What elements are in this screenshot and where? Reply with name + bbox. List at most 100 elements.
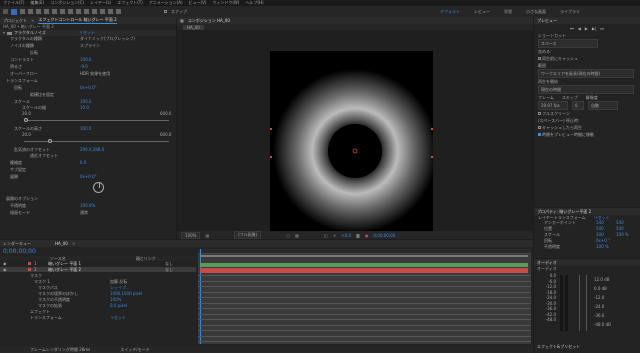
- close-icon[interactable]: ×: [31, 18, 34, 23]
- visibility-icon[interactable]: ◉: [3, 267, 7, 272]
- slider-track[interactable]: [24, 141, 169, 142]
- fx-badge-icon[interactable]: [7, 31, 12, 35]
- parent-dropdown[interactable]: なし: [165, 267, 173, 273]
- layer-bar-1[interactable]: [200, 263, 528, 267]
- workspace-tab[interactable]: ライブラリ: [560, 9, 580, 15]
- text-tool-icon[interactable]: [76, 9, 81, 14]
- transform-value[interactable]: 100 %: [616, 232, 629, 237]
- last-frame-icon[interactable]: ⏭: [600, 26, 604, 31]
- layer-property-row[interactable]: マスクの不透明度 100%: [0, 297, 196, 303]
- exposure-value[interactable]: +0.0: [341, 233, 351, 238]
- property-value[interactable]: 10.0: [80, 105, 89, 110]
- tab-composition[interactable]: コンポジション HA_00: [188, 18, 230, 24]
- grid-icon[interactable]: ▦: [205, 233, 209, 238]
- mask-handle[interactable]: [270, 156, 272, 158]
- pen-tool-icon[interactable]: [68, 9, 73, 14]
- layer-property-row[interactable]: マスクの境界のぼかし 1000,1000 pixel: [0, 291, 196, 297]
- layer-property-row[interactable]: エフェクト: [0, 309, 196, 314]
- play-from-dropdown[interactable]: 現在の時間: [538, 85, 634, 94]
- effect-property-row[interactable]: 遠近オフセット: [0, 153, 176, 158]
- property-value[interactable]: 遠近オフセット: [30, 153, 58, 159]
- transform-value[interactable]: 540: [596, 226, 604, 231]
- skip-field[interactable]: 0: [572, 101, 584, 110]
- comp-tab[interactable]: HA_00: [183, 24, 204, 30]
- effect-property-row[interactable]: 縦横比を固定: [0, 92, 176, 97]
- transform-value[interactable]: 540: [616, 226, 624, 231]
- transform-value[interactable]: 100 %: [596, 244, 609, 249]
- selection-tool-icon[interactable]: [11, 8, 17, 15]
- mask-handle[interactable]: [270, 128, 272, 130]
- effect-property-row[interactable]: 反転: [0, 50, 176, 55]
- effect-property-row[interactable]: スケール 100.0: [0, 99, 176, 105]
- workspace-tab[interactable]: 小さな画面: [526, 9, 546, 15]
- clone-tool-icon[interactable]: [92, 9, 97, 14]
- layer-bar-2[interactable]: [200, 268, 528, 273]
- roto-brush-icon[interactable]: [108, 9, 113, 14]
- layer-property-value[interactable]: 0.0 pixel: [110, 303, 127, 308]
- effect-property-row[interactable]: フラクタルの種類 ダイナミック(プログレッシブ): [0, 36, 176, 41]
- first-frame-icon[interactable]: ⏮: [570, 26, 574, 31]
- effect-property-row[interactable]: ノイズの種類 スプライン: [0, 43, 176, 48]
- transform-row[interactable]: アンカーポイント 540 540: [534, 220, 640, 226]
- property-value[interactable]: ダイナミック(プログレッシブ): [80, 36, 135, 42]
- region-icon[interactable]: ▢: [286, 233, 290, 238]
- layer-property-row[interactable]: マスク: [0, 273, 196, 278]
- property-value[interactable]: スプライン: [80, 43, 100, 49]
- rotate-tool-icon[interactable]: [36, 9, 41, 14]
- effect-property-row[interactable]: 明るさ -9.0: [0, 64, 176, 70]
- workspace-tab[interactable]: 学習: [504, 9, 512, 15]
- effect-property-row[interactable]: 乱気流のオフセット 290.0,288.0: [0, 147, 176, 153]
- expand-icon[interactable]: [3, 32, 5, 34]
- tab-effect-controls[interactable]: エフェクトコントロール 暗いグレー 平面 2: [38, 17, 117, 24]
- tab-render-queue[interactable]: レンダーキュー: [3, 241, 31, 247]
- transform-value[interactable]: 540: [596, 220, 604, 225]
- slider-track[interactable]: [24, 120, 169, 121]
- layer-property-value[interactable]: 100%: [110, 297, 121, 302]
- transparency-icon[interactable]: ▩: [295, 233, 299, 238]
- tab-project[interactable]: プロジェクト: [3, 18, 27, 24]
- snapshot-icon[interactable]: ◙: [356, 233, 360, 238]
- property-value[interactable]: 縦横比を固定: [30, 92, 54, 98]
- workspace-tab[interactable]: デフォルト: [440, 9, 460, 15]
- effect-property-row[interactable]: コントラスト 100.0: [0, 57, 176, 63]
- property-value[interactable]: 通常: [80, 210, 88, 216]
- cache-option-checkbox[interactable]: [538, 126, 541, 129]
- mask-handle[interactable]: [431, 128, 433, 130]
- mask-handle[interactable]: [431, 156, 433, 158]
- audio-slider-left[interactable]: [579, 275, 580, 331]
- slider-knob[interactable]: [48, 139, 52, 143]
- view-dropdown-icon[interactable]: ◫: [324, 233, 328, 238]
- property-value[interactable]: 100.0%: [80, 203, 95, 208]
- property-value[interactable]: 0x+0.0°: [80, 85, 97, 90]
- effect-property-row[interactable]: 不透明度 100.0%: [0, 203, 176, 209]
- shape-tool-icon[interactable]: [60, 9, 65, 14]
- property-value[interactable]: 100.0: [80, 57, 91, 62]
- home-icon[interactable]: [3, 9, 8, 14]
- puppet-tool-icon[interactable]: [116, 9, 121, 14]
- transform-value[interactable]: 0x+0 °: [596, 238, 610, 243]
- effect-property-row[interactable]: トランスフォーム: [0, 78, 176, 83]
- transform-value[interactable]: 540: [616, 220, 624, 225]
- shortcut-dropdown[interactable]: スペース: [538, 39, 598, 48]
- property-value[interactable]: 0x+0.0°: [80, 174, 97, 179]
- slider-knob[interactable]: [24, 118, 28, 122]
- layer-row[interactable]: ◉ 2 暗いグレー 平面 2 なし: [0, 267, 196, 272]
- frame-rate-dropdown[interactable]: 29.97 fps: [538, 101, 568, 110]
- layer-property-row[interactable]: マスクパス シェイプ...: [0, 285, 196, 290]
- layer-property-value[interactable]: シェイプ...: [110, 285, 130, 291]
- tab-timeline[interactable]: HA_00: [55, 241, 68, 246]
- time-ruler[interactable]: [198, 249, 531, 254]
- composition-viewer[interactable]: [270, 51, 433, 236]
- brush-tool-icon[interactable]: [84, 9, 89, 14]
- snap-checkbox[interactable]: [164, 10, 167, 13]
- effect-property-row[interactable]: 展開のオプション: [0, 196, 176, 201]
- channel-icon[interactable]: ●: [365, 233, 369, 238]
- transform-row[interactable]: 位置 540 540: [534, 226, 640, 232]
- transform-row[interactable]: スケール 100 100 %: [534, 232, 640, 238]
- visibility-icon[interactable]: ◉: [3, 261, 7, 266]
- workspace-tab[interactable]: レビュー: [474, 9, 490, 15]
- effect-property-row[interactable]: 描画モード 通常: [0, 210, 176, 215]
- property-value[interactable]: 6.0: [80, 160, 86, 165]
- effect-property-row[interactable]: スケールの幅 10.0: [0, 105, 176, 111]
- property-value[interactable]: HDR 効果を使用: [80, 71, 110, 77]
